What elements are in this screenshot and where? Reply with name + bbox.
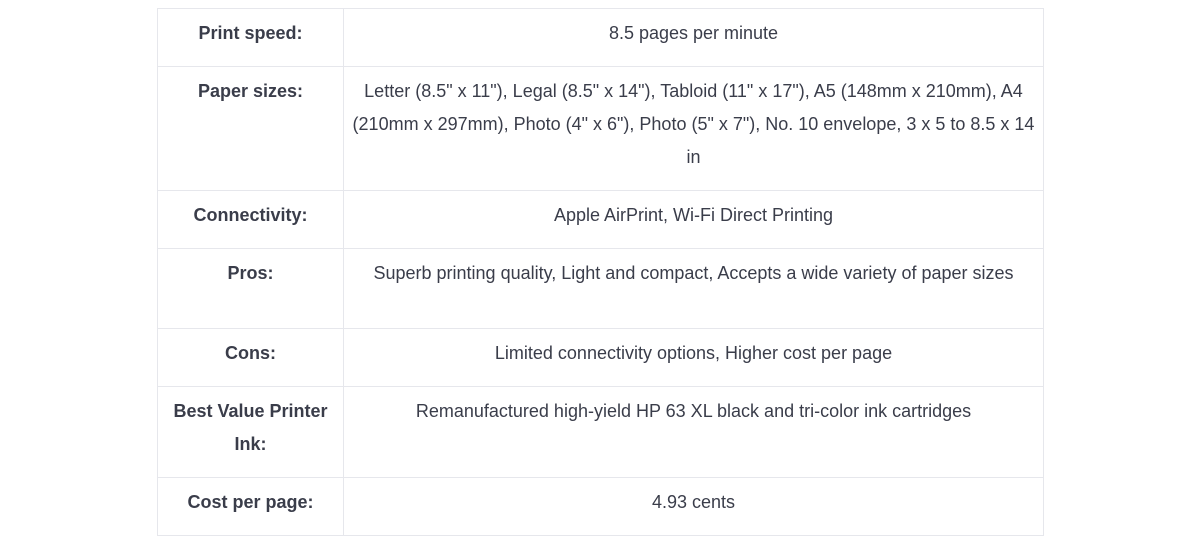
spec-label: Connectivity:	[157, 190, 344, 249]
spec-value: Letter (8.5" x 11"), Legal (8.5" x 14"),…	[343, 66, 1044, 191]
spec-value: 8.5 pages per minute	[343, 8, 1044, 67]
spec-row-cost-per-page: Cost per page: 4.93 cents	[157, 477, 1044, 536]
spec-label: Cost per page:	[157, 477, 344, 536]
spec-value: Apple AirPrint, Wi-Fi Direct Printing	[343, 190, 1044, 249]
printer-spec-table: Print speed: 8.5 pages per minute Paper …	[157, 8, 1044, 536]
spec-label: Paper sizes:	[157, 66, 344, 191]
spec-row-best-value-ink: Best Value Printer Ink: Remanufactured h…	[157, 386, 1044, 478]
spec-row-cons: Cons: Limited connectivity options, High…	[157, 328, 1044, 387]
spec-value: Superb printing quality, Light and compa…	[343, 248, 1044, 329]
spec-value: Remanufactured high-yield HP 63 XL black…	[343, 386, 1044, 478]
spec-row-print-speed: Print speed: 8.5 pages per minute	[157, 8, 1044, 67]
spec-label: Print speed:	[157, 8, 344, 67]
spec-label: Cons:	[157, 328, 344, 387]
spec-label: Pros:	[157, 248, 344, 329]
spec-value: Limited connectivity options, Higher cos…	[343, 328, 1044, 387]
spec-label: Best Value Printer Ink:	[157, 386, 344, 478]
spec-row-paper-sizes: Paper sizes: Letter (8.5" x 11"), Legal …	[157, 66, 1044, 191]
spec-value: 4.93 cents	[343, 477, 1044, 536]
spec-row-pros: Pros: Superb printing quality, Light and…	[157, 248, 1044, 329]
spec-row-connectivity: Connectivity: Apple AirPrint, Wi-Fi Dire…	[157, 190, 1044, 249]
